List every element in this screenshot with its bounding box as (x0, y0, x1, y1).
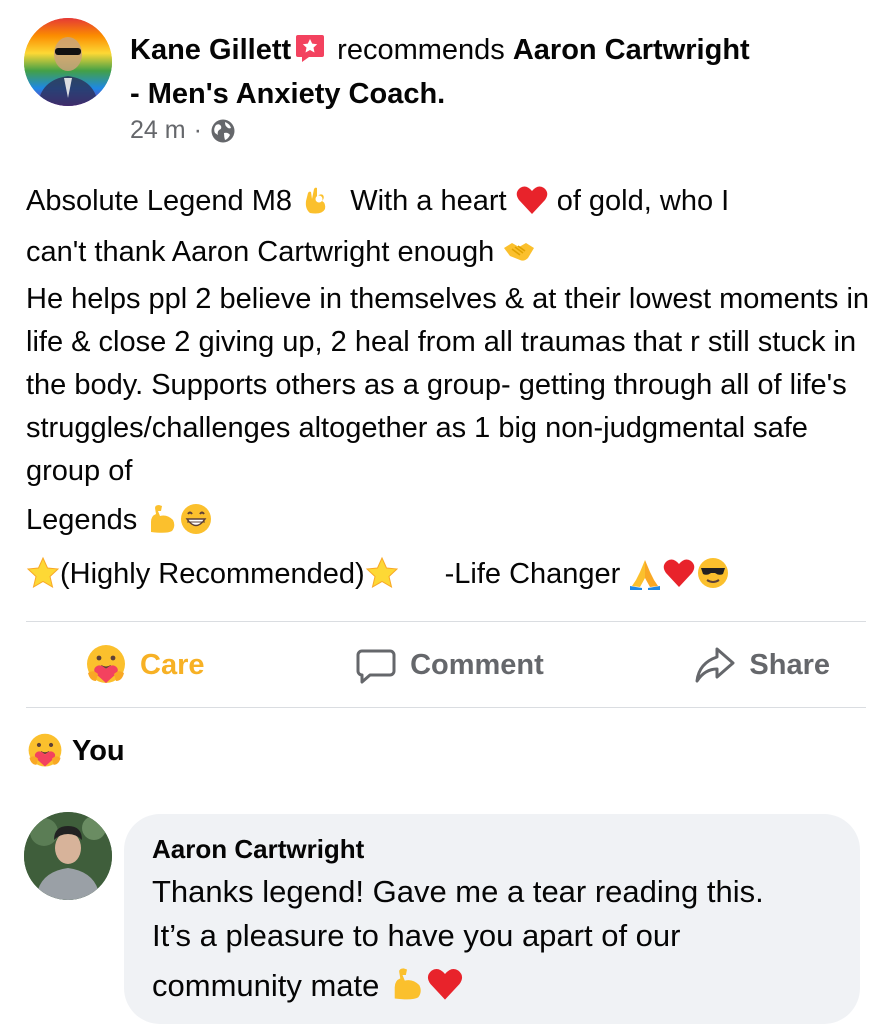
comment-bubble: Aaron Cartwright Thanks legend! Gave me … (124, 814, 860, 1024)
top-fan-badge-icon (295, 32, 325, 62)
recommended-page-subtitle[interactable]: - Men's Anxiety Coach. (130, 78, 445, 110)
body-line1-b: With a heart (350, 185, 507, 217)
comment-label: Comment (410, 648, 544, 681)
recommends-text: recommends (337, 34, 505, 66)
grinning-face-icon (179, 502, 213, 536)
globe-icon (210, 118, 236, 144)
comment-line3: community mate (152, 968, 380, 1003)
action-bar: Care Comment Share (26, 622, 866, 708)
comment-line2: It’s a pleasure to have you apart of our (152, 918, 681, 953)
folded-hands-icon (628, 556, 662, 590)
reactions-who: You (72, 734, 125, 767)
divider-bottom (26, 707, 866, 708)
body-life-changer: -Life Changer (444, 558, 621, 590)
comment-text: Thanks legend! Gave me a tear reading th… (152, 870, 842, 1014)
handshake-icon (502, 234, 536, 268)
star-icon (26, 556, 60, 590)
share-icon (695, 647, 735, 683)
care-reaction-icon (87, 645, 125, 683)
post-body: Absolute Legend M8 With a heart of gold,… (26, 176, 871, 601)
red-heart-icon (515, 183, 549, 217)
body-paragraph: He helps ppl 2 believe in themselves & a… (26, 283, 870, 487)
flexed-biceps-icon (145, 502, 179, 536)
meta-separator: · (193, 116, 202, 144)
commenter-avatar[interactable] (24, 812, 112, 900)
post-time[interactable]: 24 m (130, 116, 186, 145)
care-label: Care (140, 648, 205, 681)
body-line2: can't thank Aaron Cartwright enough (26, 236, 495, 268)
care-reaction-icon (28, 733, 62, 767)
post-meta: 24 m · (130, 116, 236, 145)
body-highly-recommended: (Highly Recommended) (60, 558, 365, 590)
comment-icon (356, 649, 396, 684)
body-line1-a: Absolute Legend M8 (26, 185, 293, 217)
star-icon (365, 556, 399, 590)
share-button[interactable]: Share (657, 643, 866, 687)
comment-author[interactable]: Aaron Cartwright (152, 834, 364, 865)
share-label: Share (749, 648, 830, 681)
body-legends: Legends (26, 504, 138, 536)
reactions-summary[interactable]: You (26, 732, 125, 770)
ok-hand-icon (300, 183, 334, 217)
recommended-page-name[interactable]: Aaron Cartwright (513, 34, 750, 66)
post-card: Kane Gillett recommends Aaron Cartwright… (0, 0, 891, 1035)
flexed-biceps-icon (388, 965, 426, 1003)
care-button[interactable]: Care (26, 643, 241, 687)
body-line1-c: of gold, who I (556, 185, 730, 217)
sunglasses-face-icon (696, 556, 730, 590)
comment-button[interactable]: Comment (318, 643, 580, 687)
red-heart-icon (426, 965, 464, 1003)
author-avatar[interactable] (24, 18, 112, 106)
comment-line1: Thanks legend! Gave me a tear reading th… (152, 874, 764, 909)
post-header: Kane Gillett recommends Aaron Cartwright… (130, 28, 870, 116)
red-heart-icon (662, 556, 696, 590)
author-name[interactable]: Kane Gillett (130, 34, 291, 66)
